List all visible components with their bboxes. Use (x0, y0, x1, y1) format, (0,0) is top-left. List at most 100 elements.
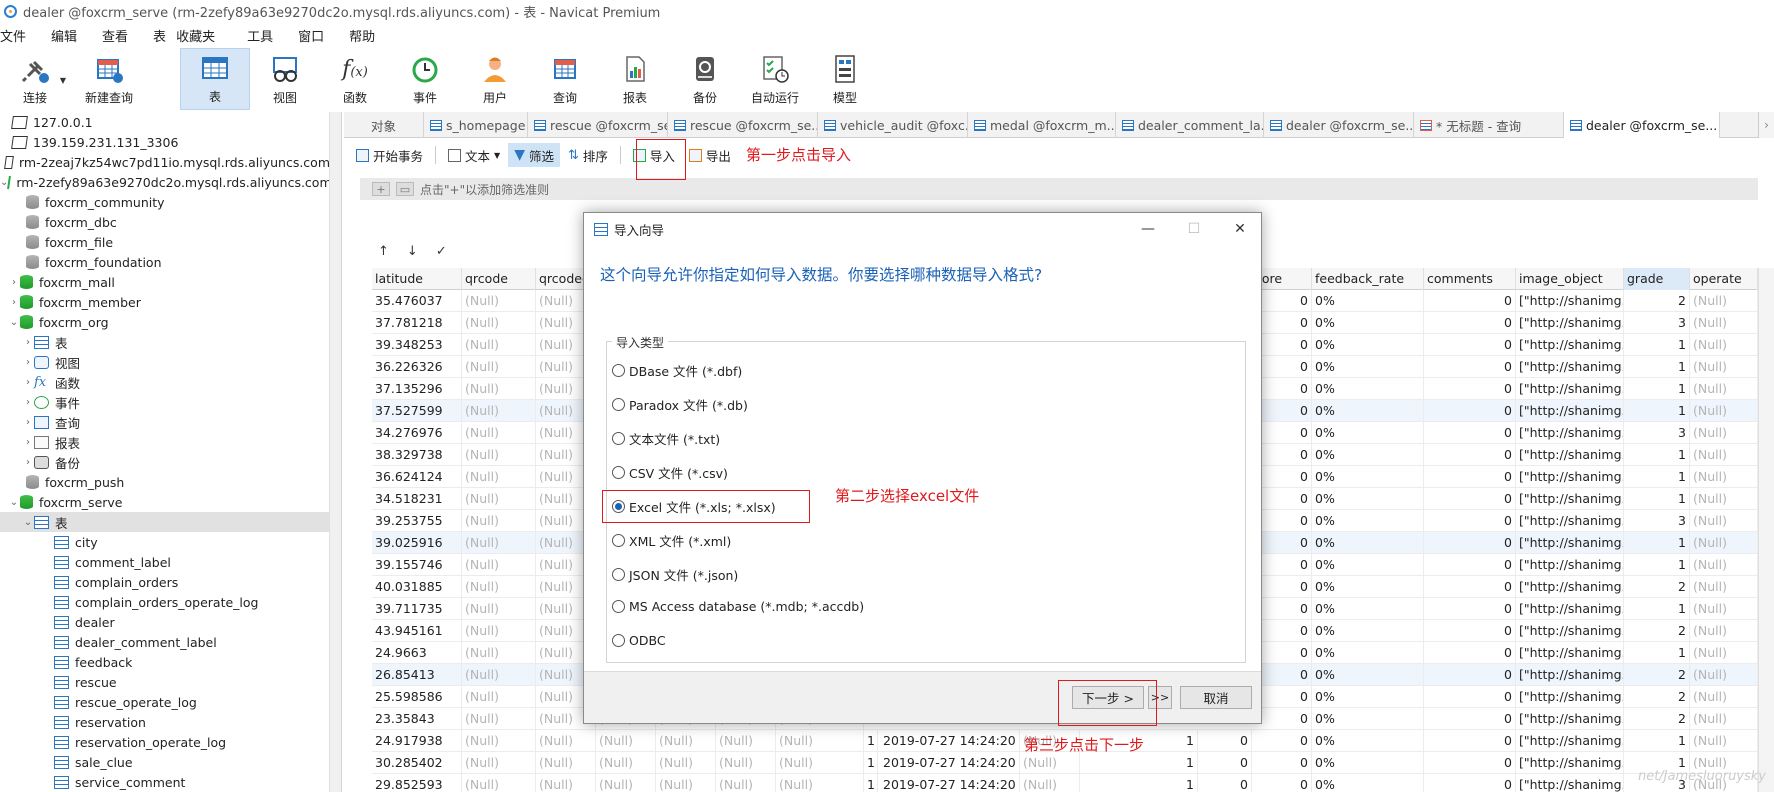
table-cell[interactable]: 0 (1424, 664, 1516, 686)
table-cell[interactable]: ["http://shanimg.o (1516, 466, 1624, 488)
table-cell[interactable]: 0 (1198, 730, 1252, 752)
table-row[interactable]: 30.285402 (Null) (Null) (Null) (Null) (Null)(… (372, 752, 1758, 774)
tree-table[interactable]: rescue (0, 672, 330, 692)
table-cell[interactable]: 3 (1624, 422, 1690, 444)
table-cell[interactable]: ["http://shanimg.o (1516, 378, 1624, 400)
option-csv[interactable]: CSV 文件 (*.csv) (612, 463, 728, 482)
tree-table[interactable]: city (0, 532, 330, 552)
chevron-down-icon[interactable]: ⌄ (8, 317, 20, 328)
table-cell[interactable]: (Null) (462, 400, 536, 422)
table-cell[interactable]: ["http://shanimg.o (1516, 774, 1624, 792)
tab[interactable]: s_homepage ... (424, 112, 528, 138)
table-cell[interactable]: 37.527599 (372, 400, 462, 422)
chevron-right-icon[interactable]: › (22, 417, 34, 428)
table-cell[interactable]: 0% (1312, 708, 1424, 730)
radio-button[interactable] (612, 600, 625, 613)
table-cell[interactable]: (Null) (1690, 334, 1758, 356)
table-cell[interactable]: (Null) (656, 730, 716, 752)
radio-button[interactable] (612, 432, 625, 445)
tree-node-tables[interactable]: › 表 (0, 332, 330, 352)
table-cell[interactable]: 0% (1312, 400, 1424, 422)
table-cell[interactable]: 1 (1624, 554, 1690, 576)
table-cell[interactable]: 1 (1624, 532, 1690, 554)
table-cell[interactable]: 0% (1312, 510, 1424, 532)
tree-table[interactable]: sale_clue (0, 752, 330, 772)
table-cell[interactable]: 0 (1424, 422, 1516, 444)
model-button[interactable]: 模型 (810, 48, 880, 110)
table-cell[interactable]: (Null) (1690, 400, 1758, 422)
tree-database[interactable]: ⌄ foxcrm_serve (0, 492, 330, 512)
chevron-right-icon[interactable]: › (8, 277, 20, 288)
table-cell[interactable]: (Null) (1690, 422, 1758, 444)
table-cell[interactable]: 0 (1424, 576, 1516, 598)
chevron-right-icon[interactable]: › (22, 337, 34, 348)
arrow-up-icon[interactable]: ↑ (378, 244, 389, 259)
tree-table[interactable]: rescue_operate_log (0, 692, 330, 712)
table-cell[interactable]: 0% (1312, 290, 1424, 312)
table-cell[interactable]: (Null) (776, 752, 864, 774)
table-cell[interactable]: ["http://shanimg.o (1516, 334, 1624, 356)
tab-objects[interactable]: 对象 (344, 112, 424, 138)
table-cell[interactable]: 1 (864, 730, 878, 752)
table-cell[interactable]: 0% (1312, 664, 1424, 686)
table-cell[interactable]: 0 (1424, 444, 1516, 466)
tree-database[interactable]: foxcrm_foundation (0, 252, 330, 272)
table-cell[interactable]: 1 (1624, 356, 1690, 378)
table-cell[interactable]: ["http://shanimg.o (1516, 510, 1624, 532)
table-cell[interactable]: 1 (1624, 488, 1690, 510)
column-header[interactable]: qrcode (462, 268, 536, 290)
table-cell[interactable]: 0 (1424, 378, 1516, 400)
tree-database[interactable]: foxcrm_file (0, 232, 330, 252)
menu-table[interactable]: 表 (153, 26, 176, 46)
tree-table[interactable]: reservation (0, 712, 330, 732)
table-cell[interactable]: (Null) (1690, 686, 1758, 708)
table-cell[interactable]: ["http://shanimg.o (1516, 598, 1624, 620)
table-cell[interactable]: ["http://shanimg.o (1516, 488, 1624, 510)
table-cell[interactable]: 0 (1424, 554, 1516, 576)
table-cell[interactable]: 2 (1624, 664, 1690, 686)
table-cell[interactable]: 1 (1624, 400, 1690, 422)
table-cell[interactable]: (Null) (462, 554, 536, 576)
autorun-button[interactable]: 自动运行 (740, 48, 810, 110)
query-button[interactable]: 查询 (530, 48, 600, 110)
tab[interactable]: rescue @foxcrm_se... (668, 112, 818, 138)
table-cell[interactable]: (Null) (716, 730, 776, 752)
table-cell[interactable]: 37.135296 (372, 378, 462, 400)
table-cell[interactable]: (Null) (462, 532, 536, 554)
cancel-button[interactable]: 取消 (1180, 686, 1252, 709)
table-cell[interactable]: (Null) (1690, 730, 1758, 752)
table-cell[interactable]: 1 (1624, 730, 1690, 752)
table-cell[interactable]: 2 (1624, 576, 1690, 598)
close-icon[interactable]: ✕ (1217, 213, 1263, 245)
table-cell[interactable]: 0% (1312, 466, 1424, 488)
tree-connection[interactable]: 139.159.231.131_3306 (0, 132, 330, 152)
table-cell[interactable]: (Null) (462, 752, 536, 774)
table-cell[interactable]: (Null) (462, 378, 536, 400)
function-button[interactable]: f(x) 函数 (320, 48, 390, 110)
table-cell[interactable]: ["http://shanimg.o (1516, 356, 1624, 378)
table-cell[interactable]: (Null) (1690, 312, 1758, 334)
table-cell[interactable]: 0 (1424, 686, 1516, 708)
table-cell[interactable]: (Null) (462, 708, 536, 730)
table-cell[interactable]: (Null) (462, 334, 536, 356)
table-cell[interactable]: (Null) (1690, 576, 1758, 598)
menu-window[interactable]: 窗口 (298, 26, 337, 46)
tree-node-events[interactable]: › 事件 (0, 392, 330, 412)
user-button[interactable]: 用户 (460, 48, 530, 110)
menu-tools[interactable]: 工具 (247, 26, 286, 46)
tree-table[interactable]: reservation_operate_log (0, 732, 330, 752)
table-cell[interactable]: (Null) (716, 774, 776, 792)
table-cell[interactable]: (Null) (1690, 378, 1758, 400)
menu-view[interactable]: 查看 (102, 26, 141, 46)
table-cell[interactable]: (Null) (462, 510, 536, 532)
table-cell[interactable]: (Null) (656, 752, 716, 774)
table-cell[interactable]: (Null) (1690, 290, 1758, 312)
table-cell[interactable]: 1 (1624, 334, 1690, 356)
table-cell[interactable]: ["http://shanimg.o (1516, 444, 1624, 466)
table-cell[interactable]: 0% (1312, 686, 1424, 708)
chevron-right-icon[interactable]: › (22, 437, 34, 448)
table-cell[interactable]: 0% (1312, 774, 1424, 792)
table-cell[interactable]: 25.598586 (372, 686, 462, 708)
radio-button[interactable] (612, 634, 625, 647)
table-cell[interactable]: 39.155746 (372, 554, 462, 576)
